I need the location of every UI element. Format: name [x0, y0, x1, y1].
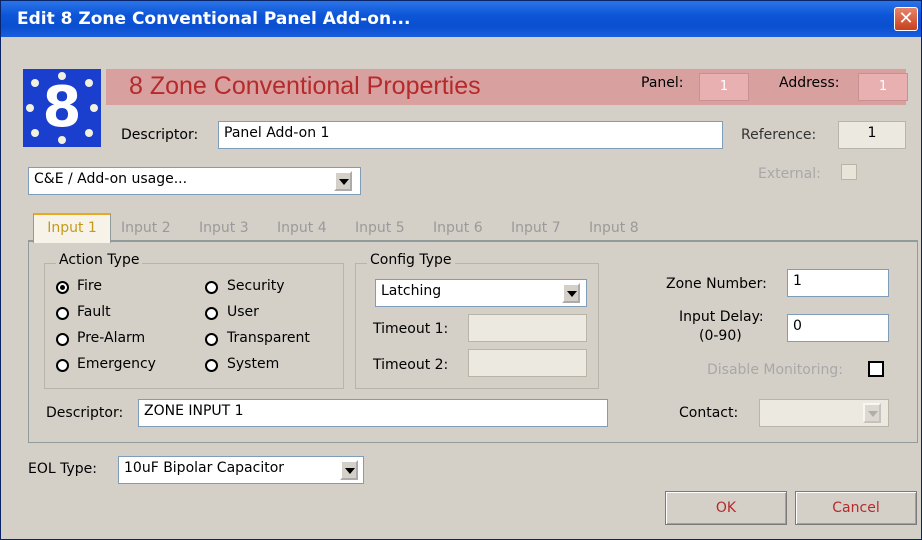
config-type-select[interactable]: Latching	[375, 279, 587, 307]
timeout1-label: Timeout 1:	[373, 321, 449, 337]
tab-input-8[interactable]: Input 8	[589, 215, 639, 241]
usage-dropdown-button[interactable]	[334, 171, 352, 191]
usage-select-value: C&E / Add-on usage...	[34, 171, 188, 187]
config-type-dropdown-button[interactable]	[562, 283, 580, 303]
chevron-down-icon	[345, 468, 355, 474]
contact-dropdown-button[interactable]	[863, 403, 881, 423]
usage-select[interactable]: C&E / Add-on usage...	[28, 167, 361, 195]
input-descriptor-label-contact: Contact:	[679, 405, 739, 421]
chevron-down-icon	[868, 411, 878, 417]
eol-type-value: 10uF Bipolar Capacitor	[124, 460, 285, 476]
descriptor-label: Descriptor:	[121, 127, 199, 143]
tab-input-1[interactable]: Input 1	[33, 213, 111, 243]
tab-input-3[interactable]: Input 3	[199, 215, 249, 241]
radio-transparent-label: Transparent	[227, 330, 310, 346]
radio-selected-dot	[60, 285, 65, 290]
cancel-button[interactable]: Cancel	[795, 491, 917, 525]
radio-emergency-label: Emergency	[77, 356, 156, 372]
dialog-window: Edit 8 Zone Conventional Panel Add-on...…	[0, 0, 922, 540]
timeout2-input[interactable]	[468, 349, 587, 377]
logo-digit: 8	[42, 75, 82, 140]
page-title: 8 Zone Conventional Properties	[129, 72, 481, 100]
radio-user[interactable]	[205, 307, 218, 320]
action-type-title: Action Type	[56, 252, 143, 268]
descriptor-input[interactable]: Panel Add-on 1	[218, 121, 723, 149]
radio-user-label: User	[227, 304, 259, 320]
radio-system-label: System	[227, 356, 280, 372]
address-field[interactable]: 1	[858, 73, 908, 101]
radio-fault-label: Fault	[77, 304, 111, 320]
eol-type-dropdown-button[interactable]	[340, 460, 358, 480]
radio-transparent[interactable]	[205, 333, 218, 346]
external-checkbox[interactable]	[841, 164, 857, 180]
panel-field[interactable]: 1	[699, 73, 749, 101]
timeout2-label: Timeout 2:	[373, 357, 449, 373]
disable-monitoring-checkbox[interactable]	[868, 361, 884, 377]
tab-input-2[interactable]: Input 2	[121, 215, 171, 241]
tab-input-5[interactable]: Input 5	[355, 215, 405, 241]
input-delay-input[interactable]: 0	[787, 314, 889, 342]
input-delay-range: (0-90)	[699, 328, 742, 344]
eol-type-select[interactable]: 10uF Bipolar Capacitor	[118, 456, 364, 484]
reference-label: Reference:	[741, 127, 817, 143]
tab-input-4[interactable]: Input 4	[277, 215, 327, 241]
external-label: External:	[758, 166, 821, 182]
title-bar[interactable]: Edit 8 Zone Conventional Panel Add-on...…	[1, 1, 921, 37]
config-type-value: Latching	[381, 283, 442, 299]
radio-emergency[interactable]	[56, 359, 69, 372]
chevron-down-icon	[567, 291, 577, 297]
zone-number-label: Zone Number:	[666, 276, 767, 292]
zone-panel-logo: 8	[23, 69, 101, 147]
timeout1-input[interactable]	[468, 314, 587, 342]
disable-monitoring-label: Disable Monitoring:	[707, 362, 843, 378]
radio-fire[interactable]	[56, 281, 69, 294]
tab-input-6[interactable]: Input 6	[433, 215, 483, 241]
radio-system[interactable]	[205, 359, 218, 372]
input-delay-label: Input Delay:	[679, 309, 764, 325]
input-descriptor-input[interactable]: ZONE INPUT 1	[138, 399, 608, 427]
tab-input-7[interactable]: Input 7	[511, 215, 561, 241]
radio-pre-alarm[interactable]	[56, 333, 69, 346]
eol-type-label: EOL Type:	[28, 461, 97, 477]
close-icon[interactable]: ✕	[894, 7, 918, 31]
input-descriptor-label: Descriptor:	[46, 405, 124, 421]
radio-fault[interactable]	[56, 307, 69, 320]
radio-fire-label: Fire	[77, 278, 102, 294]
radio-security-label: Security	[227, 278, 285, 294]
radio-security[interactable]	[205, 281, 218, 294]
window-title: Edit 8 Zone Conventional Panel Add-on...	[17, 9, 411, 29]
address-label: Address:	[779, 75, 840, 91]
zone-number-input[interactable]: 1	[787, 269, 889, 297]
config-type-title: Config Type	[367, 252, 455, 268]
panel-label: Panel:	[641, 75, 684, 91]
ok-button[interactable]: OK	[665, 491, 787, 525]
radio-pre-alarm-label: Pre-Alarm	[77, 330, 146, 346]
reference-field: 1	[838, 121, 906, 149]
chevron-down-icon	[339, 179, 349, 185]
